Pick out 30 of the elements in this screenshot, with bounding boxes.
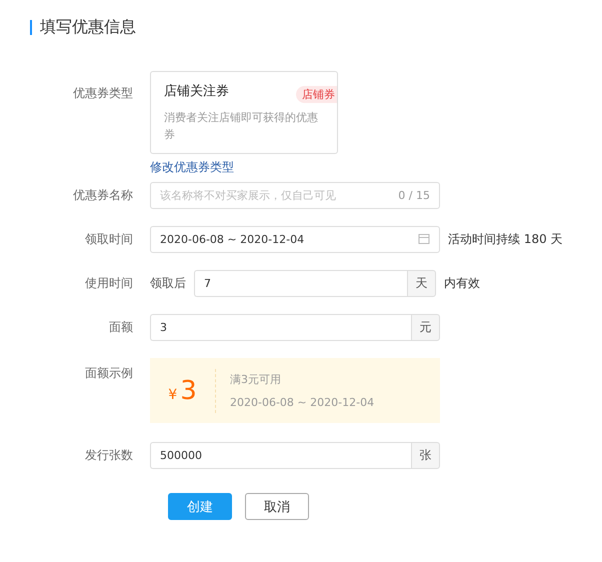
coupon-condition: 满3元可用 bbox=[230, 372, 282, 387]
calendar-icon bbox=[418, 233, 430, 245]
accent-bar bbox=[30, 20, 32, 35]
unit-label: 张 bbox=[411, 442, 440, 469]
currency-symbol: ¥ bbox=[168, 386, 178, 402]
section-title: 填写优惠信息 bbox=[40, 17, 136, 38]
input-field[interactable]: 500000 bbox=[150, 442, 411, 469]
coupon-dates: 2020-06-08 ~ 2020-12-04 bbox=[230, 396, 374, 409]
field-label: 面额示例 bbox=[84, 365, 134, 382]
field-label: 领取时间 bbox=[84, 231, 134, 248]
cancel-button[interactable]: 取消 bbox=[245, 493, 309, 520]
input-field[interactable]: 7 bbox=[194, 270, 407, 297]
card-description: 消费者关注店铺即可获得的优惠券 bbox=[164, 110, 319, 143]
date-range-field[interactable]: 2020-06-08 ~ 2020-12-04 bbox=[150, 226, 440, 253]
change-type-link[interactable]: 修改优惠券类型 bbox=[150, 160, 234, 174]
unit-label: 元 bbox=[411, 314, 440, 341]
field-label: 发行张数 bbox=[84, 447, 134, 464]
field-label: 使用时间 bbox=[84, 275, 134, 292]
unit-label: 天 bbox=[407, 270, 436, 297]
input-field[interactable]: 3 bbox=[150, 314, 411, 341]
field-label: 优惠券名称 bbox=[72, 187, 134, 204]
duration-note: 活动时间持续 180 天 bbox=[448, 231, 563, 248]
prefix-text: 领取后 bbox=[150, 275, 186, 292]
char-counter: 0 / 15 bbox=[398, 189, 430, 202]
card-title: 店铺关注券 bbox=[164, 84, 229, 100]
coupon-tag: 店铺券 bbox=[296, 86, 337, 103]
field-label: 面额 bbox=[108, 319, 134, 336]
suffix-note: 内有效 bbox=[444, 275, 480, 292]
coupon-amount: 3 bbox=[180, 374, 197, 406]
field-label: 优惠券类型 bbox=[72, 85, 134, 102]
